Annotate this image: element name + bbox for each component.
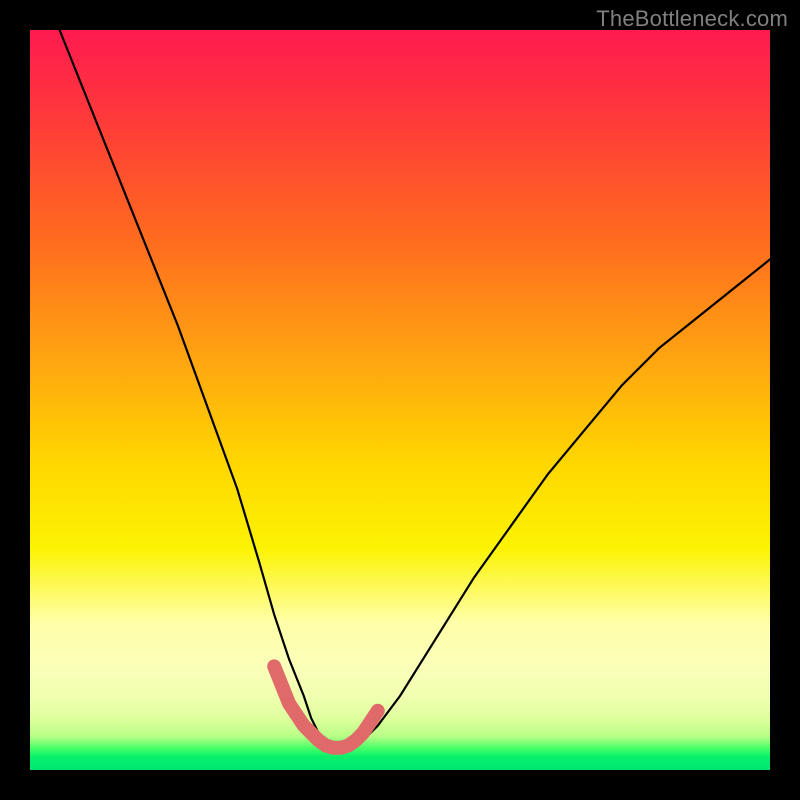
highlight-band-line — [274, 666, 378, 747]
plot-area — [30, 30, 770, 770]
chart-svg — [30, 30, 770, 770]
bottleneck-curve-line — [60, 30, 770, 748]
chart-frame: TheBottleneck.com — [0, 0, 800, 800]
watermark-text: TheBottleneck.com — [596, 6, 788, 32]
